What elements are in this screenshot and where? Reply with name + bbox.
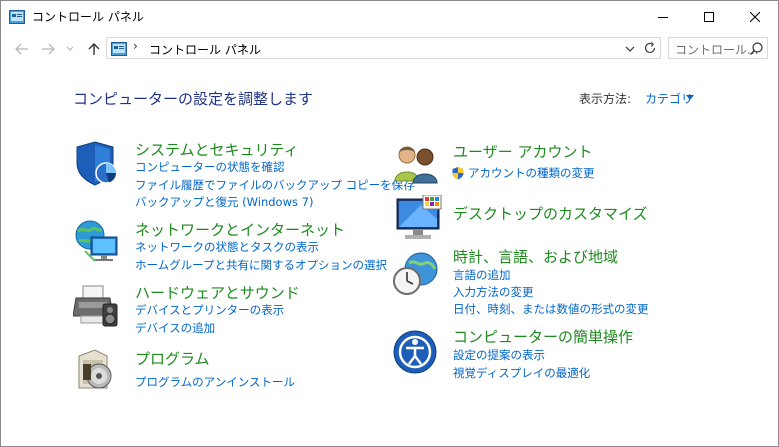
arrow-right-icon	[42, 43, 55, 55]
caret-down-icon[interactable]	[686, 95, 694, 100]
minimize-icon	[658, 16, 668, 18]
link-backup-restore[interactable]: バックアップと復元 (Windows 7)	[135, 194, 313, 210]
link-change-input-method[interactable]: 入力方法の変更	[453, 284, 534, 300]
programs-disc-icon[interactable]	[73, 346, 123, 394]
arrow-up-icon	[88, 43, 100, 55]
link-change-date-time-format[interactable]: 日付、時刻、または数値の形式の変更	[453, 301, 649, 317]
printer-speaker-icon[interactable]	[72, 282, 123, 330]
link-check-computer-status[interactable]: コンピューターの状態を確認	[135, 159, 285, 175]
clock-globe-icon[interactable]	[391, 249, 441, 297]
control-panel-window: コントロール パネル › コントロール パネル › コントロール... コンピュ…	[0, 0, 779, 447]
control-panel-icon	[111, 41, 127, 56]
uac-shield-icon	[451, 165, 465, 180]
close-icon	[750, 11, 760, 22]
close-button[interactable]	[732, 1, 778, 32]
search-input[interactable]: コントロール...	[675, 41, 758, 58]
link-uninstall-program[interactable]: プログラムのアンインストール	[135, 374, 295, 390]
maximize-button[interactable]	[686, 1, 732, 32]
arrow-left-icon	[15, 43, 28, 55]
chevron-down-icon	[66, 46, 74, 51]
users-icon[interactable]	[393, 139, 443, 187]
link-optimize-visual-display[interactable]: 視覚ディスプレイの最適化	[453, 365, 590, 381]
title-bar[interactable]: コントロール パネル	[1, 1, 778, 32]
link-file-history-backup[interactable]: ファイル履歴でファイルのバックアップ コピーを保存	[135, 177, 415, 193]
shield-icon[interactable]	[73, 139, 123, 187]
link-devices-printers[interactable]: デバイスとプリンターの表示	[135, 302, 284, 318]
link-get-recommendations[interactable]: 設定の提案の表示	[453, 347, 545, 363]
link-add-device[interactable]: デバイスの追加	[135, 320, 215, 336]
category-system-security[interactable]: システムとセキュリティ	[135, 139, 299, 160]
back-button[interactable]	[13, 40, 31, 58]
category-user-accounts[interactable]: ユーザー アカウント	[453, 141, 592, 162]
category-clock-language-region[interactable]: 時計、言語、および地域	[453, 246, 618, 267]
link-network-status[interactable]: ネットワークの状態とタスクの表示	[135, 239, 319, 255]
category-hardware-sound[interactable]: ハードウェアとサウンド	[135, 282, 300, 303]
forward-button[interactable]	[39, 40, 57, 58]
window-title: コントロール パネル	[32, 10, 144, 24]
chevron-down-icon	[625, 46, 635, 52]
search-icon[interactable]	[749, 41, 764, 56]
link-homegroup-sharing[interactable]: ホームグループと共有に関するオプションの選択	[135, 257, 387, 273]
category-programs[interactable]: プログラム	[135, 348, 210, 369]
ease-of-access-icon[interactable]	[393, 328, 443, 376]
address-history-dropdown[interactable]	[623, 42, 637, 56]
up-button[interactable]	[85, 40, 103, 58]
search-box[interactable]: コントロール...	[668, 37, 768, 59]
refresh-icon	[644, 42, 656, 54]
minimize-button[interactable]	[640, 1, 686, 32]
page-title: コンピューターの設定を調整します	[73, 90, 314, 108]
category-desktop-customization[interactable]: デスクトップのカスタマイズ	[453, 203, 648, 224]
link-change-account-type[interactable]: アカウントの種類の変更	[468, 165, 595, 181]
control-panel-icon	[9, 9, 25, 24]
view-by-label: 表示方法:	[579, 92, 632, 106]
maximize-icon	[704, 11, 714, 22]
monitor-icon[interactable]	[393, 194, 443, 243]
link-add-language[interactable]: 言語の追加	[453, 267, 511, 283]
breadcrumb-separator[interactable]: ›	[241, 39, 246, 53]
breadcrumb-separator[interactable]: ›	[133, 39, 138, 53]
category-ease-of-access[interactable]: コンピューターの簡単操作	[453, 326, 633, 347]
recent-locations-button[interactable]	[61, 40, 79, 58]
refresh-button[interactable]	[642, 40, 658, 56]
network-globe-icon[interactable]	[73, 217, 123, 265]
address-bar[interactable]: › コントロール パネル ›	[106, 37, 661, 59]
navigation-bar: › コントロール パネル › コントロール...	[1, 32, 778, 65]
category-network-internet[interactable]: ネットワークとインターネット	[135, 219, 345, 240]
